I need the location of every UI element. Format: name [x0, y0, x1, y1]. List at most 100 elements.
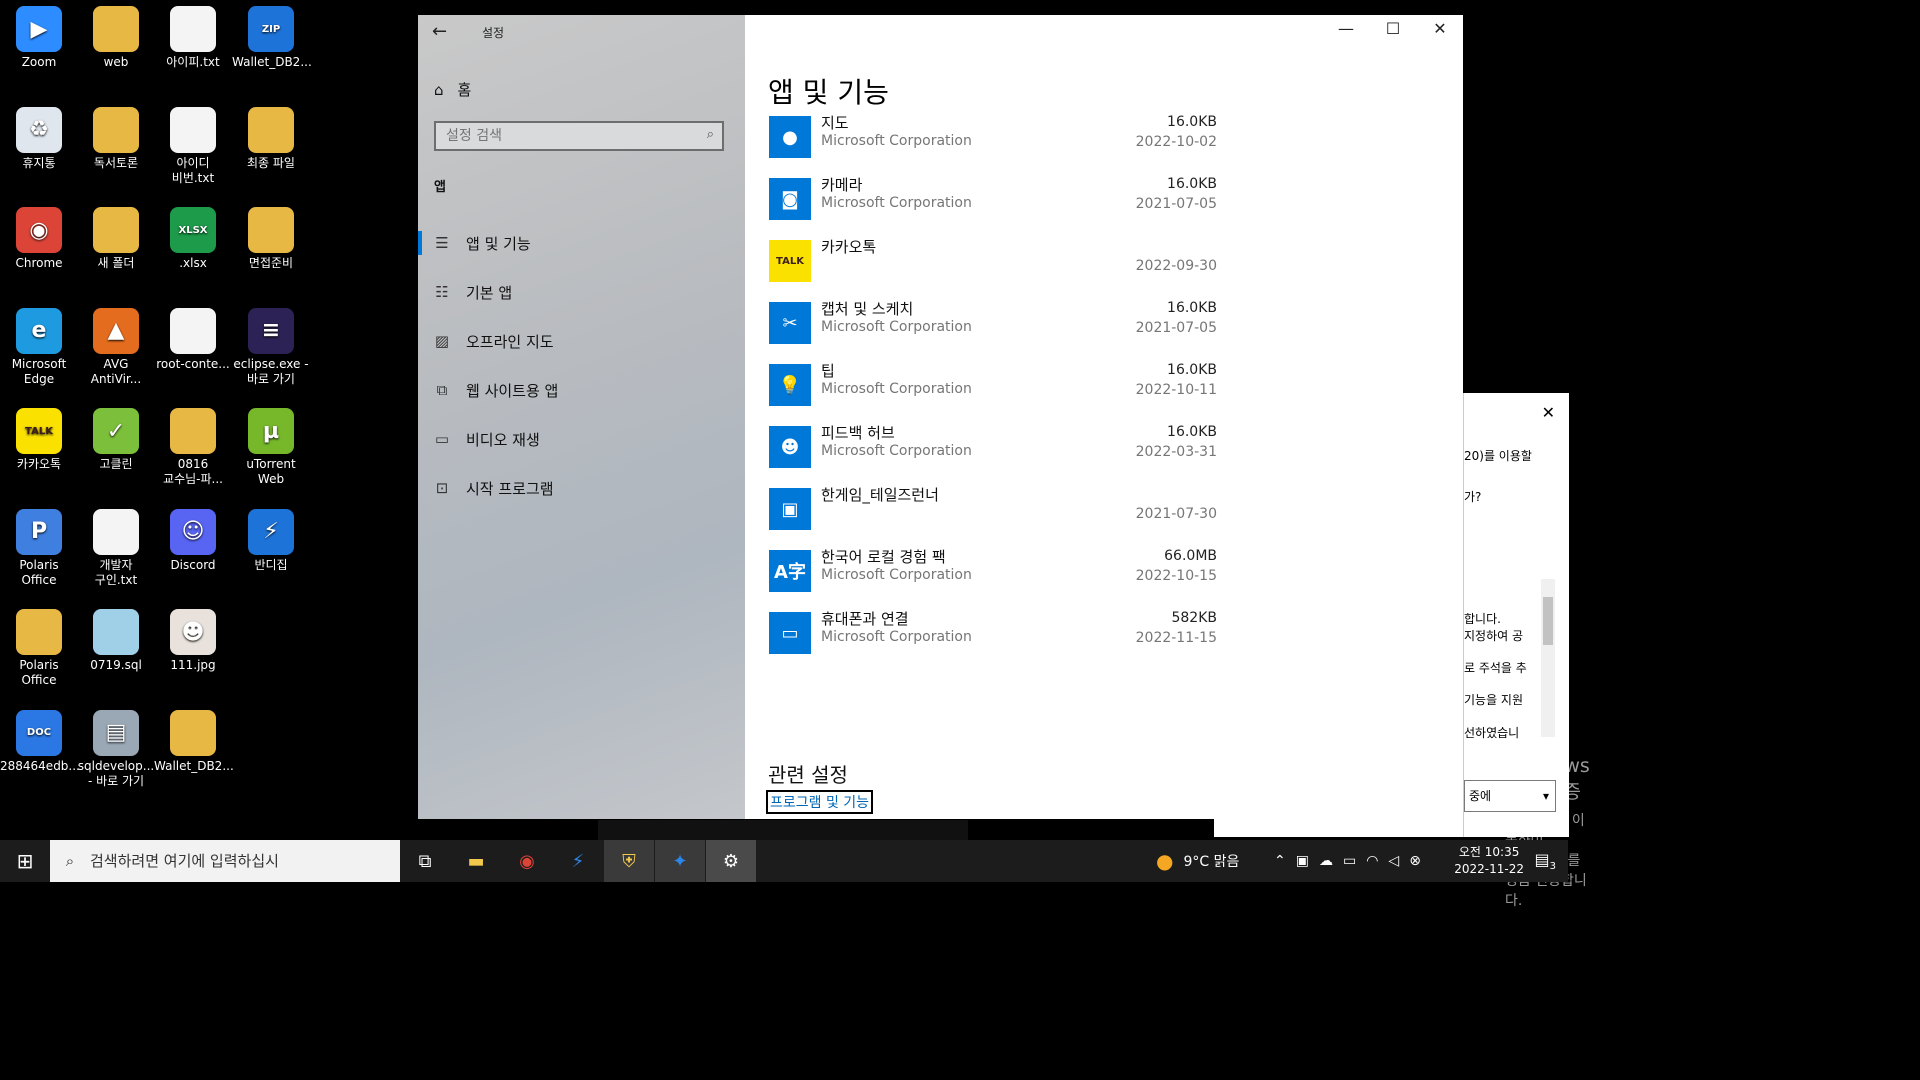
desktop-icon[interactable]: e Microsoft Edge [0, 304, 78, 387]
desktop-icon[interactable]: P Polaris Office [0, 505, 78, 588]
close-icon[interactable]: ✕ [1417, 19, 1463, 38]
cloud-icon[interactable]: ☁ [1319, 853, 1333, 869]
desktop-icon[interactable]: ☺ Discord [154, 505, 232, 573]
app-size: 16.0KB [1167, 362, 1217, 378]
desktop-icon[interactable]: ✓ 고클린 [77, 404, 155, 472]
app-list-item[interactable]: ▭ 휴대폰과 연결 Microsoft Corporation 582KB 2022-1… [769, 608, 1229, 664]
wifi-icon[interactable]: ◠ [1366, 853, 1378, 869]
settings-search-box[interactable]: ⌕ [434, 121, 724, 151]
desktop-icon-label: Wallet_DB2... [154, 758, 234, 773]
nav-item-video-playback[interactable]: ▭ 비디오 재생 [418, 417, 745, 461]
app-size: 16.0KB [1167, 300, 1217, 316]
nav-item-apps-features[interactable]: ☰ 앱 및 기능 [418, 221, 745, 265]
weather-widget[interactable]: ● 9°C 맑음 [1156, 840, 1239, 882]
eclipse-icon: ≡ [248, 307, 294, 354]
nav-item-default-apps[interactable]: ☷ 기본 앱 [418, 270, 745, 314]
settings-search-input[interactable] [436, 123, 696, 149]
app-list-item[interactable]: TALK 카카오톡 2022-09-30 [769, 236, 1229, 292]
volume-icon[interactable]: ◁ [1388, 853, 1399, 869]
taskbar-search-box[interactable]: ⌕ 검색하려면 여기에 입력하십시 [50, 840, 400, 882]
desktop-icon[interactable]: root-conte... [154, 304, 232, 372]
desktop-icon[interactable]: 면접준비 [232, 203, 310, 271]
chrome-icon: ◉ [519, 850, 535, 872]
app-list-item[interactable]: ✂ 캡처 및 스케치 Microsoft Corporation 16.0KB 2021… [769, 298, 1229, 354]
settings-taskbar-button[interactable]: ⚙ [706, 840, 756, 882]
desktop-icon-label: Polaris Office [19, 557, 59, 587]
app-list-item[interactable]: 💡 팁 Microsoft Corporation 16.0KB 2022-10-11 [769, 360, 1229, 416]
desktop-icon[interactable]: 새 폴더 [77, 203, 155, 271]
status-icon[interactable]: ⊗ [1409, 853, 1421, 869]
desktop-icon-label: web [103, 55, 129, 69]
desktop-icon[interactable]: ▲ AVG AntiVir... [77, 304, 155, 387]
app-list-item[interactable]: ☻ 피드백 허브 Microsoft Corporation 16.0KB 2022-0… [769, 422, 1229, 478]
back-arrow-icon[interactable]: ← [432, 21, 447, 42]
desktop-icon[interactable]: ▤ sqldevelop... - 바로 가기 [77, 706, 155, 789]
taskbar-clock[interactable]: 오전 10:35 2022-11-22 [1454, 844, 1524, 878]
desktop-icon[interactable]: 아이피.txt [154, 2, 232, 70]
app-list-item[interactable]: A字 한국어 로컬 경험 팩 Microsoft Corporation 66.0MB… [769, 546, 1229, 602]
app-list-item[interactable]: ▣ 한게임_테일즈런너 2021-07-30 [769, 484, 1229, 540]
maximize-icon[interactable]: ☐ [1370, 19, 1416, 38]
desktop-icon[interactable]: 아이디 비번.txt [154, 103, 232, 186]
nav-item-label: 웹 사이트용 앱 [466, 381, 559, 400]
app-taskbar-button[interactable]: ✦ [655, 840, 705, 882]
apps-features-icon: ☰ [435, 234, 449, 252]
app-list-item[interactable]: ◙ 카메라 Microsoft Corporation 16.0KB 2021-07-0… [769, 174, 1229, 230]
chrome-taskbar-button[interactable]: ◉ [502, 840, 552, 882]
dialog-combo-box[interactable]: 중에 ▾ [1464, 780, 1556, 812]
talesrunner-icon: ▣ [769, 488, 811, 530]
nav-item-offline-maps[interactable]: ▨ 오프라인 지도 [418, 319, 745, 363]
desktop-icon[interactable]: ZIP Wallet_DB2... [232, 2, 312, 70]
doc-file-icon: DOC [16, 709, 62, 756]
desktop-icon[interactable]: ≡ eclipse.exe - 바로 가기 [232, 304, 310, 387]
home-nav-item[interactable]: ⌂ 홈 [434, 79, 471, 100]
start-button[interactable]: ⊞ [0, 840, 50, 882]
desktop-icon[interactable]: DOC 288464edb... [0, 706, 80, 774]
app-list-item[interactable]: ● 지도 Microsoft Corporation 16.0KB 2022-10-02 [769, 112, 1229, 168]
desktop-icon[interactable]: ▶ Zoom [0, 2, 78, 70]
notification-count: 3 [1549, 861, 1556, 873]
desktop-icon[interactable]: XLSX .xlsx [154, 203, 232, 271]
file-explorer-button[interactable]: ▬ [451, 840, 501, 882]
app-size: 16.0KB [1167, 176, 1217, 192]
desktop-icon-label: 아이피.txt [166, 55, 220, 69]
desktop-icon[interactable]: ⚡ 반디집 [232, 505, 310, 573]
desktop-icon[interactable]: Polaris Office [0, 605, 78, 688]
desktop-icon[interactable]: TALK 카카오톡 [0, 404, 78, 472]
nav-item-apps-for-websites[interactable]: ⧉ 웹 사이트용 앱 [418, 368, 745, 412]
desktop-icon[interactable]: 0816 교수님-파... [154, 404, 232, 487]
security-taskbar-button[interactable]: ⛨ [604, 840, 654, 882]
desktop-icon[interactable]: 0719.sql [77, 605, 155, 673]
desktop-icon[interactable]: web [77, 2, 155, 70]
desktop-icon[interactable]: ☻ 111.jpg [154, 605, 232, 673]
search-icon[interactable]: ⌕ [707, 127, 714, 142]
desktop-icon[interactable]: 독서토론 [77, 103, 155, 171]
app-name: 피드백 허브 [821, 424, 895, 442]
dialog-scrollbar[interactable] [1541, 579, 1555, 737]
discord-icon: ☺ [170, 508, 216, 555]
desktop-icon[interactable]: 최종 파일 [232, 103, 310, 171]
taskbar: ⊞ ⌕ 검색하려면 여기에 입력하십시 ⧉ ▬ ◉ ⚡ ⛨ ✦ ⚙ ● 9°C 맑… [0, 840, 1568, 882]
meet-icon[interactable]: ▣ [1296, 853, 1309, 869]
close-icon[interactable]: ✕ [1542, 403, 1555, 422]
default-apps-icon: ☷ [435, 283, 449, 301]
desktop-icon[interactable]: ◉ Chrome [0, 203, 78, 271]
notification-center[interactable]: ▤3 [1535, 850, 1557, 872]
kakaotalk-icon: TALK [769, 240, 811, 282]
desktop-icon[interactable]: Wallet_DB2... [154, 706, 234, 774]
minimize-icon[interactable]: — [1323, 19, 1369, 38]
chevron-up-icon[interactable]: ⌃ [1274, 853, 1286, 869]
battery-icon[interactable]: ▭ [1343, 853, 1356, 869]
chevron-down-icon[interactable]: ▾ [1543, 781, 1549, 811]
nav-item-startup[interactable]: ⊡ 시작 프로그램 [418, 466, 745, 510]
app-name: 캡처 및 스케치 [821, 300, 914, 318]
desktop-icon[interactable]: ♻ 휴지통 [0, 103, 78, 171]
task-view-button[interactable]: ⧉ [400, 840, 450, 882]
scrollbar-thumb[interactable] [1543, 597, 1553, 645]
programs-features-link[interactable]: 프로그램 및 기능 [766, 790, 874, 814]
desktop-icon-label: 반디집 [254, 557, 288, 572]
desktop-icon[interactable]: 개발자 구인.txt [77, 505, 155, 588]
desktop-icon[interactable]: µ uTorrent Web [232, 404, 310, 487]
desktop-icon-label: 개발자 구인.txt [94, 557, 138, 587]
bandizip-taskbar-button[interactable]: ⚡ [553, 840, 603, 882]
